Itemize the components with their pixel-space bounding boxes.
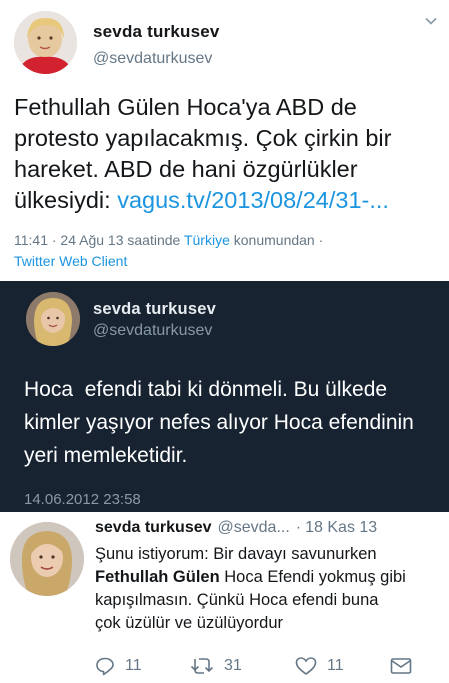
tweet-text-line: çok üzülür ve üzülüyordur: [95, 614, 284, 632]
tweet-text-bold: Fethullah Gülen: [95, 568, 220, 586]
like-button[interactable]: 11: [295, 654, 344, 678]
tweet-meta-suffix: konumundan ·: [229, 232, 324, 248]
retweet-count: 31: [224, 657, 242, 674]
reply-button[interactable]: 11: [95, 654, 142, 678]
display-name[interactable]: sevda turkusev: [93, 300, 216, 319]
display-name[interactable]: sevda turkusev: [95, 519, 212, 536]
retweet-icon: [190, 656, 214, 676]
tweet-meta: 11:41 · 24 Ağu 13 saatinde Türkiye konum…: [14, 232, 323, 248]
tweet-client[interactable]: Twitter Web Client: [14, 253, 127, 269]
tweet-location[interactable]: Türkiye: [184, 232, 230, 248]
reply-count: 11: [125, 657, 142, 674]
tweet-text: Fethullah Gülen Hoca'ya ABD de protesto …: [14, 92, 444, 216]
tweet-text: Hoca efendi tabi ki dönmeli. Bu ülkede k…: [24, 378, 420, 467]
tweet-text: Şunu istiyorum: Bir davayı savunurken Fe…: [95, 543, 449, 635]
tweet-timeline-light: sevda turkusev @sevda... · 18 Kas 13 Şunu i…: [0, 512, 449, 683]
chevron-down-icon[interactable]: [424, 14, 438, 28]
envelope-icon: [390, 656, 412, 676]
tweet-dark: sevda turkusev @sevdaturkusev Hoca efend…: [0, 281, 449, 512]
tweet-timestamp[interactable]: 18 Kas 13: [305, 519, 377, 536]
tweet-header: sevda turkusev @sevda... · 18 Kas 13: [95, 519, 377, 537]
direct-message-button[interactable]: [390, 654, 412, 678]
tweet-timestamp[interactable]: 11:41 · 24 Ağu 13 saatinde: [14, 232, 184, 248]
tweet-text-rest: Hoca Efendi yokmuş gibi: [219, 568, 406, 586]
tweet-text-line: Fethullah Gülen Hoca Efendi yokmuş gibi: [95, 566, 449, 589]
avatar[interactable]: [14, 11, 77, 74]
avatar[interactable]: [26, 292, 80, 346]
username[interactable]: @sevda...: [218, 519, 290, 536]
tweet-timestamp[interactable]: 14.06.2012 23:58: [24, 491, 141, 508]
retweet-button[interactable]: 31: [190, 654, 242, 678]
username[interactable]: @sevdaturkusev: [93, 322, 212, 340]
heart-icon: [295, 656, 317, 676]
separator-dot: ·: [295, 519, 302, 536]
display-name[interactable]: sevda turkusev: [93, 22, 220, 42]
avatar[interactable]: [10, 522, 84, 596]
tweet-text-line: kapışılmasın. Çünkü Hoca efendi buna: [95, 591, 379, 609]
reply-icon: [95, 656, 115, 676]
username[interactable]: @sevdaturkusev: [93, 50, 212, 68]
tweet-actions: 11 31 11: [95, 654, 435, 678]
tweet-link[interactable]: vagus.tv/2013/08/24/31-...: [117, 187, 389, 213]
like-count: 11: [327, 657, 344, 674]
tweet-text-line: Şunu istiyorum: Bir davayı savunurken: [95, 545, 377, 563]
tweet-detail-light: sevda turkusev @sevdaturkusev Fethullah …: [0, 0, 449, 281]
